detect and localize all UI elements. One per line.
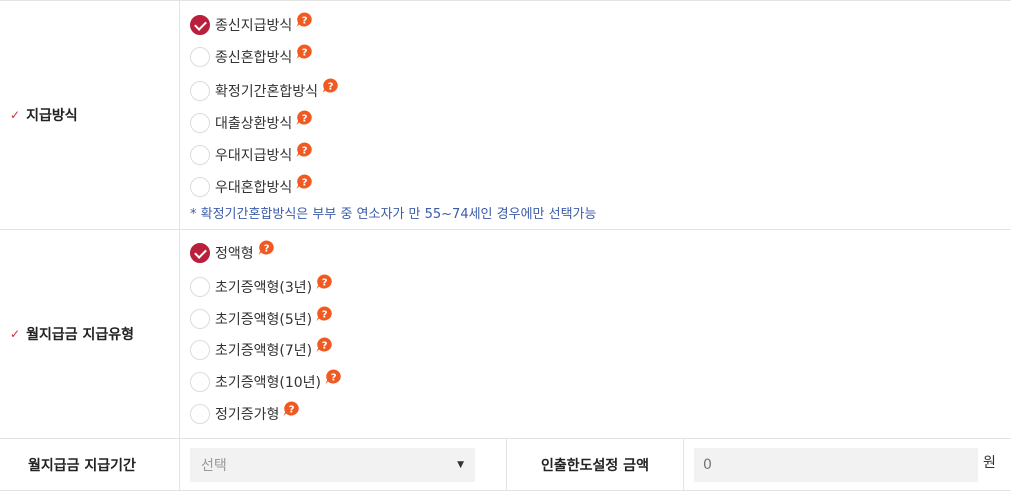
svg-text:?: ? [328,82,334,93]
question-bubble-icon[interactable]: ? [296,44,313,60]
question-bubble-icon[interactable]: ? [316,306,333,322]
radio-option-preferential[interactable]: 우대지급방식 ? [190,142,313,166]
currency-unit: 원 [983,455,996,471]
radio-option-lifetime-mixed[interactable]: 종신혼합방식 ? [190,44,313,68]
option-label[interactable]: 초기증액형(7년) [215,340,312,360]
radio-option-lifetime[interactable]: 종신지급방식 ? [190,12,313,36]
question-bubble-icon[interactable]: ? [296,174,313,190]
radio-option-periodic-increase[interactable]: 정기증가형 ? [190,401,300,425]
radio-button[interactable] [190,145,210,165]
question-bubble-icon[interactable]: ? [316,274,333,290]
reverse-mortgage-form: ✓ 지급방식 종신지급방식 ? 종신혼합방식 ? 확정기간혼합방식 ? 대출상환… [0,0,1011,491]
radio-option-fixed-period-mixed[interactable]: 확정기간혼합방식 ? [190,78,339,102]
option-label[interactable]: 대출상환방식 [215,113,292,133]
option-label[interactable]: 확정기간혼합방식 [215,81,318,101]
svg-text:?: ? [263,244,269,255]
question-bubble-icon[interactable]: ? [322,78,339,94]
svg-text:?: ? [322,310,328,321]
monthly-payment-type-options: 정액형 ? 초기증액형(3년) ? 초기증액형(5년) ? 초기증액형(7년) … [180,230,1011,438]
payment-method-label: 지급방식 [26,108,78,124]
svg-text:?: ? [302,16,308,27]
option-label[interactable]: 초기증액형(10년) [215,372,321,392]
monthly-payment-type-label: 월지급금 지급유형 [26,327,134,343]
option-label[interactable]: 우대혼합방식 [215,177,292,197]
radio-option-fixed-amount[interactable]: 정액형 ? [190,240,275,264]
question-bubble-icon[interactable]: ? [296,142,313,158]
payment-period-cell: 선택 ▼ [180,439,507,490]
radio-button[interactable] [190,340,210,360]
option-label[interactable]: 정기증가형 [215,404,279,424]
radio-button[interactable] [190,309,210,329]
question-bubble-icon[interactable]: ? [296,110,313,126]
question-bubble-icon[interactable]: ? [296,12,313,28]
option-label[interactable]: 종신지급방식 [215,15,292,35]
payment-method-row: ✓ 지급방식 종신지급방식 ? 종신혼합방식 ? 확정기간혼합방식 ? 대출상환… [0,1,1011,230]
withdrawal-limit-input[interactable] [694,448,978,482]
radio-option-initial-increase-7y[interactable]: 초기증액형(7년) ? [190,337,333,361]
payment-period-select[interactable]: 선택 ▼ [190,448,475,482]
radio-button-checked[interactable] [190,243,210,263]
radio-option-initial-increase-5y[interactable]: 초기증액형(5년) ? [190,306,333,330]
question-bubble-icon[interactable]: ? [316,337,333,353]
required-check-icon: ✓ [10,108,21,122]
payment-period-row: 월지급금 지급기간 선택 ▼ 인출한도설정 금액 원 [0,439,1011,491]
required-check-icon: ✓ [10,327,21,341]
withdrawal-limit-label: 인출한도설정 금액 [541,457,649,474]
payment-period-label: 월지급금 지급기간 [28,457,136,474]
svg-text:?: ? [322,278,328,289]
radio-button[interactable] [190,81,210,101]
payment-method-header: ✓ 지급방식 [0,1,180,229]
withdrawal-limit-cell: 원 [684,439,1011,490]
option-label[interactable]: 정액형 [215,243,254,263]
radio-button[interactable] [190,47,210,67]
svg-text:?: ? [322,341,328,352]
withdrawal-limit-header: 인출한도설정 금액 [507,439,684,490]
option-label[interactable]: 종신혼합방식 [215,47,292,67]
svg-text:?: ? [302,114,308,125]
select-value[interactable]: 선택 [201,455,227,475]
radio-button[interactable] [190,404,210,424]
payment-period-header: 월지급금 지급기간 [0,439,180,490]
option-label[interactable]: 초기증액형(3년) [215,277,312,297]
monthly-payment-type-row: ✓ 월지급금 지급유형 정액형 ? 초기증액형(3년) ? 초기증액형(5년) … [0,230,1011,439]
svg-text:?: ? [289,405,295,416]
option-label[interactable]: 우대지급방식 [215,145,292,165]
radio-button-checked[interactable] [190,15,210,35]
payment-method-options: 종신지급방식 ? 종신혼합방식 ? 확정기간혼합방식 ? 대출상환방식 ? 우대… [180,1,1011,229]
question-bubble-icon[interactable]: ? [325,369,342,385]
radio-button[interactable] [190,113,210,133]
svg-text:?: ? [302,146,308,157]
question-bubble-icon[interactable]: ? [283,401,300,417]
svg-text:?: ? [331,373,337,384]
monthly-payment-type-header: ✓ 월지급금 지급유형 [0,230,180,438]
caret-down-icon[interactable]: ▼ [457,460,464,470]
option-label[interactable]: 초기증액형(5년) [215,309,312,329]
radio-option-initial-increase-3y[interactable]: 초기증액형(3년) ? [190,274,333,298]
radio-option-preferential-mixed[interactable]: 우대혼합방식 ? [190,174,313,198]
svg-text:?: ? [302,48,308,59]
radio-option-initial-increase-10y[interactable]: 초기증액형(10년) ? [190,369,342,393]
radio-button[interactable] [190,277,210,297]
question-bubble-icon[interactable]: ? [258,240,275,256]
radio-option-loan-repayment[interactable]: 대출상환방식 ? [190,110,313,134]
eligibility-note: * 확정기간혼합방식은 부부 중 연소자가 만 55~74세인 경우에만 선택가… [190,207,597,222]
radio-button[interactable] [190,177,210,197]
svg-text:?: ? [302,178,308,189]
radio-button[interactable] [190,372,210,392]
